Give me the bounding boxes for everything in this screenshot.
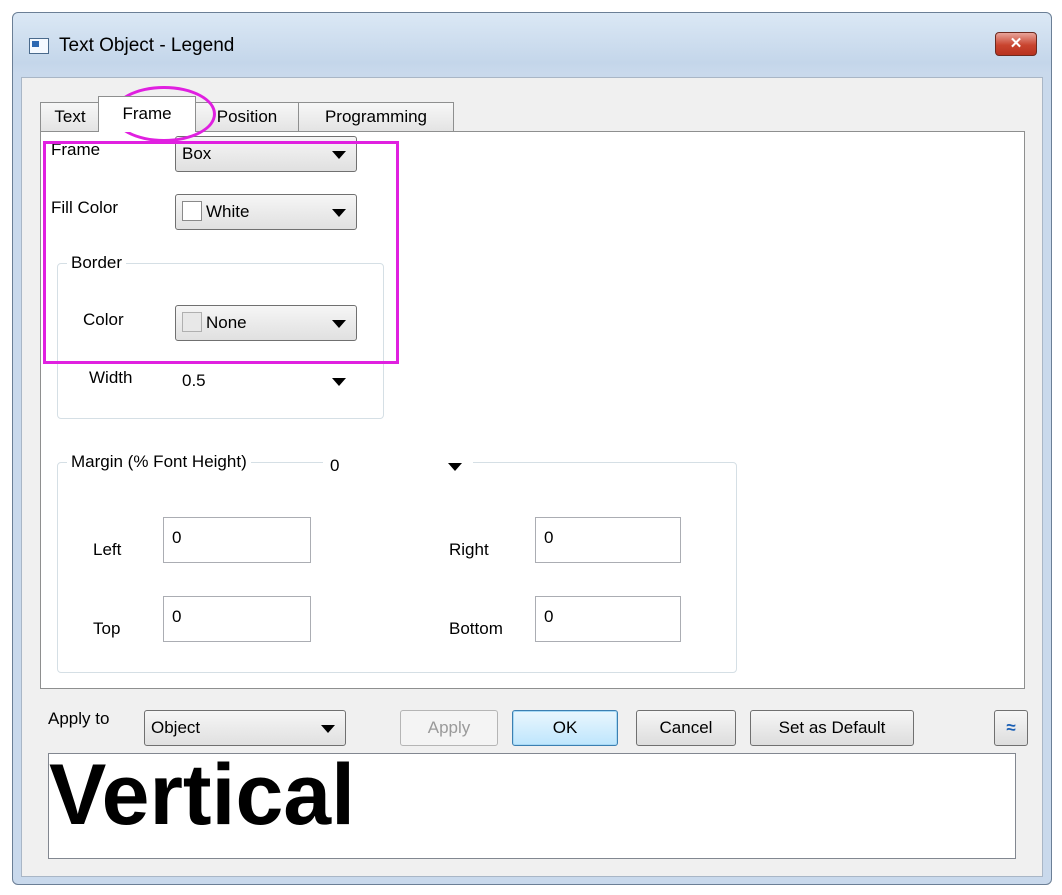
chevron-down-icon [332,209,346,217]
fill-color-value: White [206,202,250,221]
chevron-down-icon [332,320,346,328]
border-group-title: Border [67,253,127,273]
margin-combobox[interactable]: 0 [323,448,473,484]
border-width-combobox[interactable]: 0.5 [175,363,357,399]
margin-right-label: Right [449,540,489,559]
dialog-client-area: Text Frame Position Programming Frame Bo… [21,77,1043,877]
apply-button[interactable]: Apply [400,710,498,746]
set-as-default-button[interactable]: Set as Default [750,710,914,746]
chevron-down-icon [332,378,346,386]
white-swatch-icon [182,201,202,221]
chevron-down-icon [448,463,462,471]
tab-position[interactable]: Position [194,102,300,132]
app-icon [29,38,49,54]
close-button[interactable]: ✕ [995,32,1037,56]
margin-value: 0 [330,456,340,475]
preview-text: Vertical [49,753,355,843]
window-title: Text Object - Legend [59,35,235,56]
margin-bottom-label: Bottom [449,619,503,638]
cancel-button[interactable]: Cancel [636,710,736,746]
margin-left-label: Left [93,540,122,559]
none-swatch-icon [182,312,202,332]
apply-to-value: Object [151,718,201,737]
border-width-value: 0.5 [182,371,206,390]
border-color-dropdown[interactable]: None [175,305,357,341]
close-icon: ✕ [1009,35,1023,52]
margin-bottom-input[interactable]: 0 [535,596,681,642]
border-width-label: Width [89,368,133,387]
frame-label: Frame [51,140,101,159]
border-color-value: None [206,313,247,332]
frame-dropdown-value: Box [182,144,212,163]
fill-color-label: Fill Color [51,198,119,217]
preview-area: Vertical [48,753,1016,859]
frame-dropdown[interactable]: Box [175,136,357,172]
margin-right-input[interactable]: 0 [535,517,681,563]
margin-top-input[interactable]: 0 [163,596,311,642]
collapse-button[interactable]: ≈ [994,710,1028,746]
apply-to-label: Apply to [48,709,110,728]
double-chevron-up-icon: ≈ [1006,718,1016,737]
ok-button[interactable]: OK [512,710,618,746]
margin-group-title: Margin (% Font Height) [67,452,251,472]
frame-tab-panel: Frame Box Fill Color White Border Color … [40,131,1025,689]
title-bar[interactable]: Text Object - Legend ✕ [13,13,1051,69]
chevron-down-icon [332,151,346,159]
dialog-window: Text Object - Legend ✕ Text Frame Positi… [12,12,1052,885]
tab-frame[interactable]: Frame [98,96,196,132]
tab-text[interactable]: Text [40,102,100,132]
margin-top-label: Top [93,619,121,638]
margin-left-input[interactable]: 0 [163,517,311,563]
border-color-label: Color [83,310,124,329]
apply-to-dropdown[interactable]: Object [144,710,346,746]
fill-color-dropdown[interactable]: White [175,194,357,230]
tab-programming[interactable]: Programming [298,102,454,132]
chevron-down-icon [321,725,335,733]
